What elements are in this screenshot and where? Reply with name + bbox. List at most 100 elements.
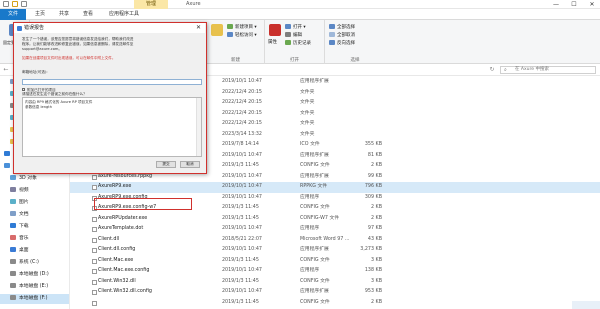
maximize-button[interactable]: ☐	[566, 0, 582, 9]
folder-icon[interactable]	[12, 1, 18, 7]
nav-item[interactable]: 文档	[0, 210, 69, 220]
textarea-scrollbar[interactable]	[196, 98, 201, 156]
refresh-icon[interactable]: ↻	[488, 66, 496, 74]
file-date: 2019/10/1 10:47	[222, 184, 262, 189]
view-toggle[interactable]	[572, 301, 600, 309]
dialog-warning-text: 如果在创建项目文件时出现错误，可以在邮件中附上文件。	[22, 56, 116, 60]
open-group-label: 打开	[290, 58, 299, 63]
tab-share[interactable]: 共享	[52, 9, 76, 20]
minimize-button[interactable]: —	[548, 0, 564, 9]
nav-item[interactable]: 本地磁盘 (F:)	[0, 294, 69, 304]
file-name: Client.dll	[98, 236, 120, 242]
search-placeholder: 在 Axure 中搜索	[515, 67, 549, 72]
file-name: AxureTemplate.dot	[98, 226, 144, 231]
file-size: 3 KB	[370, 257, 382, 263]
easy-access-button[interactable]: 轻松访问 ▾	[227, 32, 257, 39]
ribbon-group-open: 属性 打开 ▾ 编辑 历史记录 打开	[265, 20, 325, 64]
document-icon	[10, 211, 16, 216]
open-button[interactable]: 打开 ▾	[285, 24, 306, 31]
quick-access-icon[interactable]	[3, 1, 9, 7]
file-type: 应用程序扩展	[300, 173, 329, 179]
nav-item[interactable]: 桌面	[0, 246, 69, 256]
tab-app-tools[interactable]: 应用程序工具	[102, 9, 146, 20]
dialog-text-2: 程序。让我们能够改进和修复此错误，如果信息被删除，请发送邮件至	[22, 42, 134, 46]
send-button[interactable]: 提交	[156, 161, 176, 168]
nav-item[interactable]: 图片	[0, 198, 69, 208]
file-date: 2019/7/8 14:14	[222, 142, 259, 147]
file-type: 应用程序扩展	[300, 289, 329, 294]
error-report-dialog: 错误报告 ✕ 发生了一个错误，该是否您愿意将错误信息发送给我们，帮助我们改进 程…	[13, 22, 207, 174]
nav-item[interactable]: 系统 (C:)	[0, 258, 69, 268]
nav-item[interactable]: 3D 对象	[0, 174, 69, 184]
search-input[interactable]: ⌕ 在 Axure 中搜索	[500, 66, 596, 74]
select-none-icon	[329, 32, 335, 37]
select-all-label: 全部选择	[337, 25, 355, 30]
file-date: 2019/1/3 11:45	[222, 163, 259, 168]
tab-home[interactable]: 主页	[28, 9, 52, 20]
file-date: 2019/1/3 11:45	[222, 257, 259, 263]
file-name: Client.Mac.exe	[98, 257, 134, 263]
new-item-button[interactable]: 新建项目 ▾	[227, 24, 257, 31]
dialog-text-3: support@axure.com。	[22, 47, 63, 51]
file-row[interactable]: Client.Win32.dll.config 2019/10/1 10:47 应用…	[70, 287, 600, 298]
description-textarea[interactable]: 内容由 RP9 格式化的 Axure RP 项目文件 参数信息 length	[22, 97, 202, 157]
select-none-button[interactable]: 全部取消	[329, 32, 355, 39]
dialog-body: 发生了一个错误，该是否您愿意将错误信息发送给我们，帮助我们改进 程序。让我们能够…	[14, 33, 205, 172]
file-row[interactable]: Client.Win32.dll 2019/1/3 11:45 CONFIG 文件 3…	[70, 277, 600, 288]
file-row[interactable]: AxureRPUpdater.exe 2019/1/3 11:45 CONFIG-W…	[70, 214, 600, 225]
checkbox-icon[interactable]	[22, 88, 25, 91]
tab-view[interactable]: 查看	[76, 9, 100, 20]
file-type: CONFIG 文件	[300, 163, 330, 168]
file-row[interactable]: AxureRP9.exe 2019/10/1 10:47 RPPKG 文件 796 K…	[70, 182, 600, 193]
drive-icon	[10, 271, 16, 276]
file-row[interactable]: 2019/1/3 11:45 CONFIG 文件 2 KB	[70, 298, 600, 309]
nav-item-label: 本地磁盘 (E:)	[19, 284, 49, 289]
file-type: 应用程序扩展	[300, 152, 329, 158]
file-date: 2019/10/1 10:47	[222, 268, 262, 273]
select-all-button[interactable]: 全部选择	[329, 24, 355, 31]
undo-icon[interactable]	[21, 1, 27, 7]
file-type: CONFIG 文件	[300, 205, 330, 210]
file-row[interactable]: Client.Mac.exe.config 2019/10/1 10:47 应用程序…	[70, 266, 600, 277]
ribbon-group-new: 新建项目 ▾ 轻松访问 ▾ 新建	[207, 20, 265, 64]
tab-file[interactable]: 文件	[0, 9, 26, 20]
file-type: CONFIG 文件	[300, 299, 330, 305]
nav-item[interactable]: 视频	[0, 186, 69, 196]
ribbon-tabs: 文件 主页 共享 查看 应用程序工具	[0, 9, 600, 20]
edit-button[interactable]: 编辑	[285, 32, 302, 39]
nav-item-label: 桌面	[19, 248, 29, 253]
highlight-box	[94, 198, 192, 210]
download-icon	[10, 223, 16, 228]
file-type: 文件夹	[300, 89, 315, 95]
file-row[interactable]: Client.dll 2018/5/21 22:07 Microsoft Word …	[70, 235, 600, 246]
file-icon	[92, 216, 97, 222]
file-date: 2019/10/1 10:47	[222, 226, 262, 231]
properties-icon[interactable]	[269, 24, 281, 36]
history-button[interactable]: 历史记录	[285, 40, 311, 47]
nav-item[interactable]: 下载	[0, 222, 69, 232]
drive-icon	[10, 259, 16, 264]
invert-selection-label: 反向选择	[337, 41, 355, 46]
file-row[interactable]: Client.dll.config 2019/10/1 10:47 应用程序扩展 3,…	[70, 245, 600, 256]
select-group-label: 选择	[350, 58, 360, 63]
nav-item[interactable]: 本地磁盘 (D:)	[0, 270, 69, 280]
file-size: 2 KB	[370, 299, 382, 305]
back-icon[interactable]: ←	[2, 66, 10, 74]
nav-item-label: 下载	[19, 224, 29, 229]
invert-selection-button[interactable]: 反向选择	[329, 40, 355, 47]
close-button[interactable]: ✕	[584, 0, 600, 9]
new-folder-icon[interactable]	[211, 24, 223, 36]
dialog-close-button[interactable]: ✕	[196, 23, 201, 33]
email-field[interactable]	[22, 79, 202, 85]
file-date: 2018/5/21 22:07	[222, 236, 262, 242]
file-type: ICO 文件	[300, 142, 320, 147]
nav-item[interactable]: 音乐	[0, 234, 69, 244]
file-type: 文件夹	[300, 110, 315, 116]
nav-item[interactable]: 本地磁盘 (E:)	[0, 282, 69, 292]
file-size: 355 KB	[364, 142, 382, 147]
context-tab-manage[interactable]: 管理	[134, 0, 168, 9]
file-row[interactable]: AxureTemplate.dot 2019/10/1 10:47 应用程序 97 K…	[70, 224, 600, 235]
cancel-button[interactable]: 取消	[180, 161, 200, 168]
file-row[interactable]: Client.Mac.exe 2019/1/3 11:45 CONFIG 文件 3 K…	[70, 256, 600, 267]
properties-label[interactable]: 属性	[268, 40, 277, 46]
